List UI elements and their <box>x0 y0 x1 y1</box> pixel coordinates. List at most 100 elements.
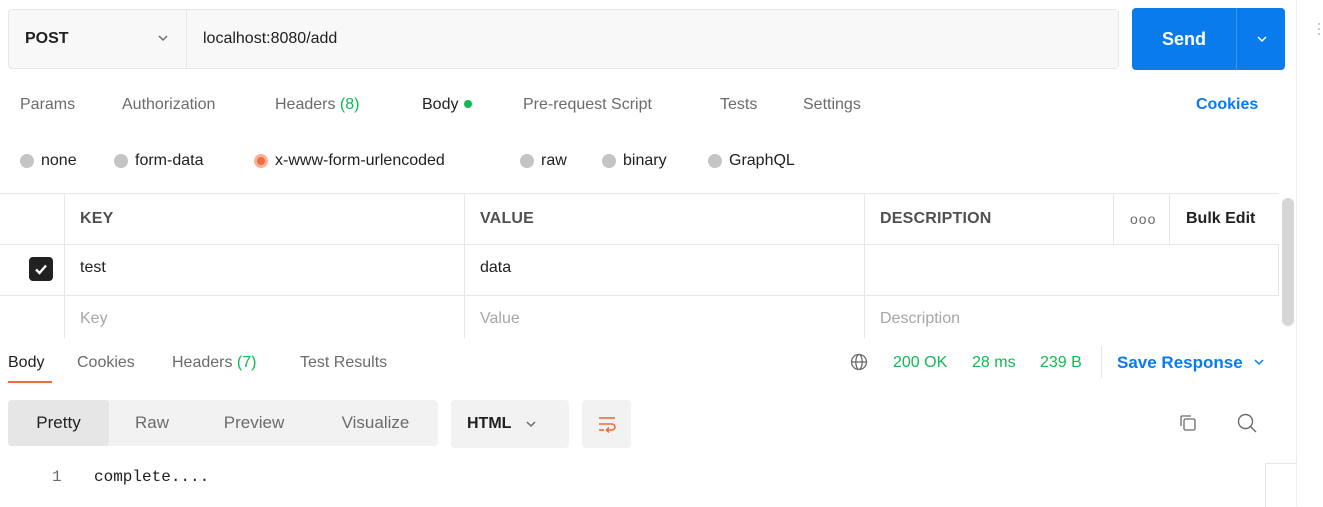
chevron-down-icon <box>1256 36 1267 43</box>
chevron-down-icon <box>526 421 536 428</box>
tab-label: Settings <box>803 96 861 113</box>
tab-body[interactable]: Body <box>422 96 473 114</box>
tab-label: Pre-request Script <box>523 96 652 113</box>
headers-count: (8) <box>339 96 360 113</box>
send-button[interactable]: Send <box>1132 8 1236 70</box>
tab-label: Headers <box>172 354 237 371</box>
chevron-down-icon <box>1254 359 1264 366</box>
radio-circle-selected <box>254 154 268 168</box>
format-selector[interactable]: HTML <box>451 400 569 448</box>
table-border <box>0 244 1279 245</box>
tab-label: Headers <box>275 96 340 113</box>
radio-circle <box>602 154 616 168</box>
more-options-icon[interactable]: ooo <box>1130 211 1156 227</box>
radio-graphql[interactable]: GraphQL <box>708 152 795 170</box>
radio-raw[interactable]: raw <box>520 152 567 170</box>
table-border <box>0 295 1279 296</box>
response-tab-cookies[interactable]: Cookies <box>77 354 135 372</box>
radio-label: form-data <box>135 152 204 169</box>
tab-authorization[interactable]: Authorization <box>122 96 215 114</box>
table-border <box>1278 244 1279 295</box>
bulk-edit-button[interactable]: Bulk Edit <box>1186 210 1255 228</box>
table-border <box>0 193 1279 194</box>
save-response-label: Save Response <box>1117 353 1243 372</box>
radio-label: binary <box>623 152 667 169</box>
column-header-description: DESCRIPTION <box>880 210 992 227</box>
radio-label: none <box>41 152 77 169</box>
globe-icon[interactable] <box>850 353 868 371</box>
response-body-line[interactable]: complete.... <box>94 468 209 486</box>
view-visualize[interactable]: Visualize <box>313 400 438 446</box>
tab-label: Authorization <box>122 96 216 113</box>
row-checkbox[interactable] <box>29 257 53 281</box>
line-number: 1 <box>52 468 62 486</box>
table-scrollbar[interactable] <box>1282 198 1294 326</box>
row-value[interactable]: data <box>480 259 511 277</box>
response-tab-body[interactable]: Body <box>8 354 44 372</box>
url-input[interactable] <box>186 10 1118 68</box>
radio-label: raw <box>541 152 567 169</box>
description-placeholder[interactable]: Description <box>880 310 960 328</box>
chevron-down-icon <box>158 35 168 42</box>
save-response-button[interactable]: Save Response <box>1117 353 1265 373</box>
method-label: POST <box>25 30 69 47</box>
divider <box>1101 346 1102 378</box>
wrap-line-button[interactable] <box>582 400 631 448</box>
active-tab-underline <box>8 381 52 383</box>
view-raw[interactable]: Raw <box>109 400 195 446</box>
radio-circle <box>708 154 722 168</box>
format-label: HTML <box>467 415 512 432</box>
tab-params[interactable]: Params <box>20 96 75 114</box>
send-button-group: Send <box>1132 8 1285 70</box>
tab-label: Params <box>20 96 76 113</box>
right-sidebar <box>1296 0 1323 506</box>
radio-x-www-form-urlencoded[interactable]: x-www-form-urlencoded <box>254 152 445 170</box>
table-border <box>64 193 65 338</box>
tab-label: Tests <box>720 96 758 113</box>
wrap-text-icon <box>598 417 616 433</box>
response-tab-test-results[interactable]: Test Results <box>300 354 387 372</box>
tab-pre-request-script[interactable]: Pre-request Script <box>523 96 652 114</box>
value-placeholder[interactable]: Value <box>480 310 520 328</box>
row-key[interactable]: test <box>80 259 106 277</box>
radio-label: x-www-form-urlencoded <box>275 152 445 169</box>
tab-tests[interactable]: Tests <box>720 96 757 114</box>
response-tab-headers[interactable]: Headers (7) <box>172 354 256 372</box>
request-url-bar: POST <box>8 9 1119 69</box>
table-border <box>1113 193 1114 244</box>
radio-form-data[interactable]: form-data <box>114 152 203 170</box>
headers-count: (7) <box>236 354 257 371</box>
table-border <box>1169 193 1170 244</box>
radio-circle <box>520 154 534 168</box>
response-time[interactable]: 28 ms <box>972 354 1016 372</box>
tab-label: Cookies <box>77 354 135 371</box>
status-code[interactable]: 200 OK <box>893 354 947 372</box>
radio-none[interactable]: none <box>20 152 77 170</box>
key-placeholder[interactable]: Key <box>80 310 108 328</box>
body-active-dot <box>464 99 473 108</box>
response-view-switcher: Pretty Raw Preview Visualize <box>8 400 438 446</box>
column-header-key: KEY <box>80 210 114 227</box>
search-icon[interactable] <box>1236 412 1258 434</box>
radio-circle <box>114 154 128 168</box>
tab-headers[interactable]: Headers (8) <box>275 96 359 114</box>
send-options-button[interactable] <box>1236 8 1286 70</box>
table-border <box>464 193 465 338</box>
radio-label: GraphQL <box>729 152 795 169</box>
tab-label: Test Results <box>300 354 388 371</box>
response-size[interactable]: 239 B <box>1040 354 1082 372</box>
tab-settings[interactable]: Settings <box>803 96 861 114</box>
tab-label: Body <box>422 96 459 113</box>
editor-scrollbar[interactable] <box>1265 463 1297 507</box>
copy-icon[interactable] <box>1178 413 1198 433</box>
view-preview[interactable]: Preview <box>195 400 313 446</box>
table-border <box>864 193 865 338</box>
cookies-link[interactable]: Cookies <box>1196 96 1258 114</box>
method-selector[interactable]: POST <box>9 10 185 68</box>
column-header-value: VALUE <box>480 210 535 227</box>
more-vertical-icon[interactable] <box>1316 22 1322 36</box>
radio-binary[interactable]: binary <box>602 152 667 170</box>
view-pretty[interactable]: Pretty <box>8 400 109 446</box>
check-icon <box>35 264 47 275</box>
tab-label: Body <box>8 354 45 371</box>
